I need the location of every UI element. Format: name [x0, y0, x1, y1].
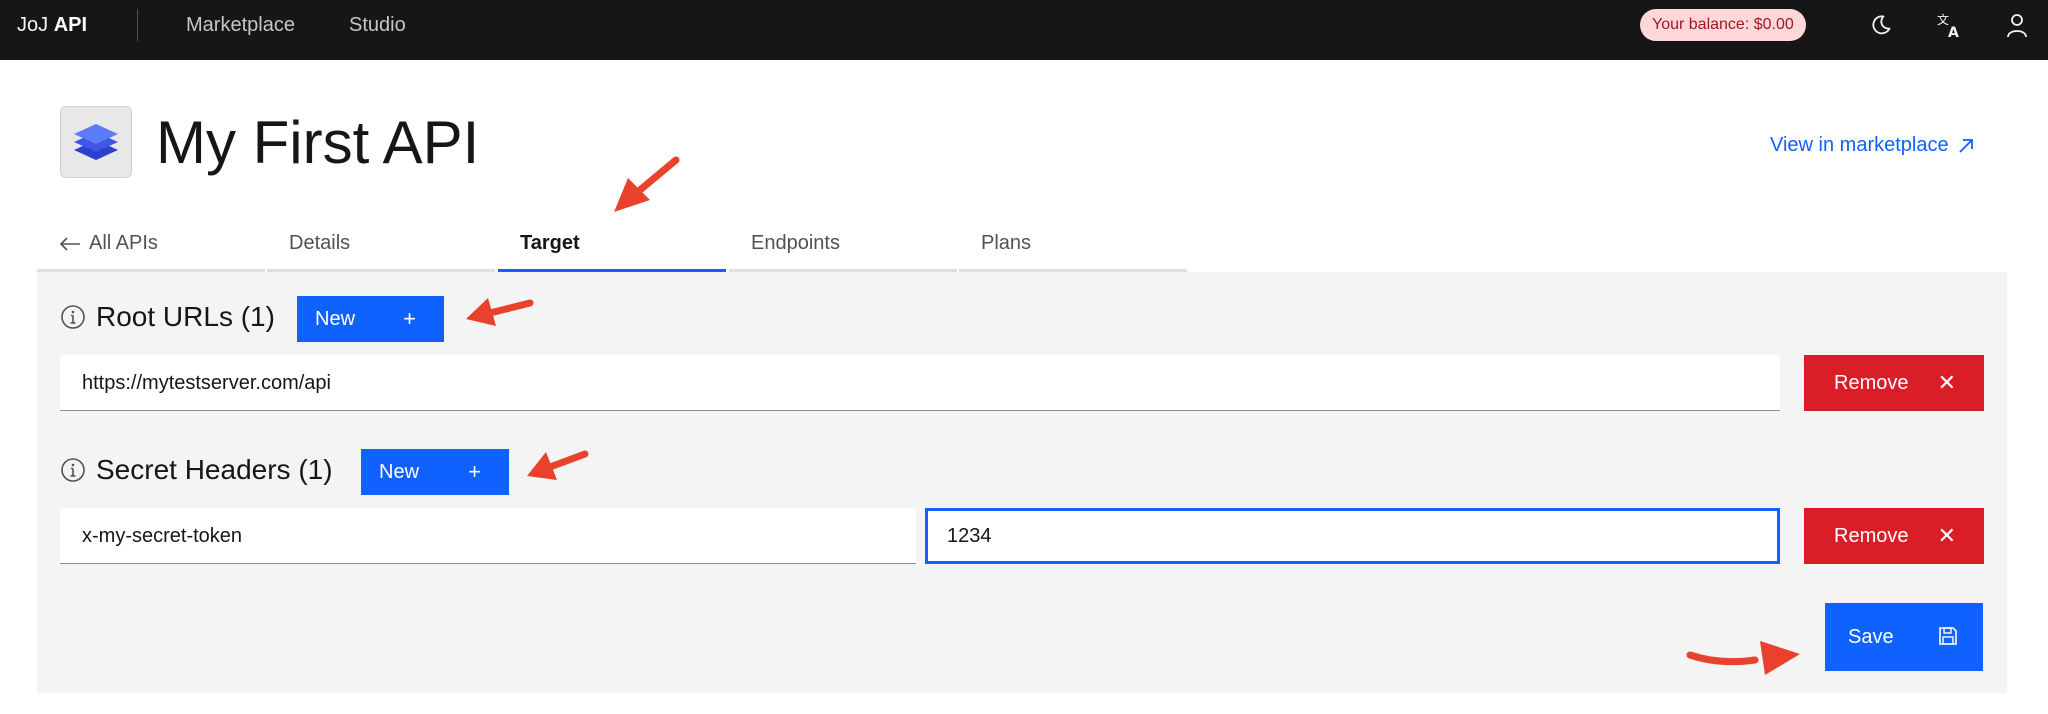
arrow-to-save	[1686, 641, 1800, 675]
annotation-arrows	[466, 156, 1800, 675]
arrow-to-target-tab	[614, 156, 680, 212]
arrow-to-root-new	[466, 298, 534, 326]
arrow-to-secret-new	[527, 450, 589, 480]
